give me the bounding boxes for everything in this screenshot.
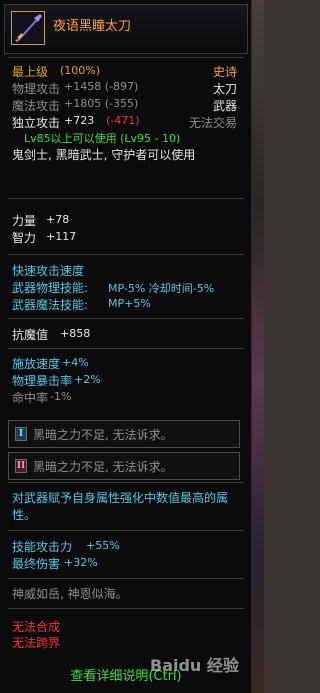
- bonus-label: 最终伤害: [12, 557, 61, 571]
- level-requirement: Lv85以上可以使用 (Lv95 - 10): [24, 132, 181, 145]
- phys-atk-label: 物理攻击: [12, 82, 61, 96]
- item-category: 武器: [212, 99, 237, 113]
- skill-line-label: 武器魔法技能:: [12, 298, 89, 312]
- description: 对武器赋予自身属性强化中数值最高的属性。: [12, 491, 229, 522]
- indep-atk-value: +723: [64, 114, 95, 127]
- item-tooltip: 夜语黑瞳太刀 最上级 (100%) 史诗 物理攻击 +1458 (-897) 太…: [0, 0, 252, 693]
- skill-line: 快速攻击速度: [12, 264, 85, 278]
- divider: [8, 578, 244, 579]
- rarity-label: 史诗: [212, 65, 237, 79]
- baidu-watermark: Baidu 经验: [150, 656, 239, 675]
- speed-label: 施放速度: [12, 357, 61, 371]
- attr-value: +117: [46, 230, 77, 243]
- class-requirement: 鬼剑士, 黑暗武士, 守护者可以使用: [12, 148, 196, 162]
- divider: [8, 608, 244, 609]
- skill-line-value: MP+5%: [108, 297, 151, 310]
- grade-label: 最上级: [12, 65, 49, 79]
- attr-label: 智力: [12, 231, 37, 245]
- item-header: 夜语黑瞳太刀: [4, 4, 248, 54]
- indep-atk-label: 独立攻击: [12, 116, 61, 130]
- divider: [8, 482, 244, 483]
- speed-label: 物理暴击率: [12, 374, 73, 388]
- flavor-text: 神威如岳, 神恩似海。: [12, 587, 128, 601]
- socket-badge: I: [15, 427, 27, 441]
- speed-value: +2%: [74, 373, 101, 386]
- divider: [8, 318, 244, 319]
- socket-badge: II: [15, 459, 27, 473]
- restriction: 无法合成: [12, 620, 61, 634]
- socket-text: 黑暗之力不足, 无法诉求。: [33, 428, 173, 442]
- divider: [8, 348, 244, 349]
- socket-text: 黑暗之力不足, 无法诉求。: [33, 460, 173, 474]
- trade-status: 无法交易: [188, 116, 237, 130]
- item-name: 夜语黑瞳太刀: [53, 19, 132, 34]
- mag-atk-label: 魔法攻击: [12, 99, 61, 113]
- resist-value: +858: [60, 327, 91, 340]
- bonus-label: 技能攻击力: [12, 540, 73, 554]
- attr-label: 力量: [12, 214, 37, 228]
- hit-label: 命中率: [12, 391, 49, 405]
- speed-value: +4%: [62, 356, 89, 369]
- skill-line-label: 武器物理技能:: [12, 281, 89, 295]
- resist-label: 抗魔值: [12, 328, 49, 342]
- hit-value: -1%: [50, 390, 72, 403]
- divider: [8, 254, 244, 255]
- indep-atk-diff: (-471): [106, 114, 140, 127]
- grade-percent: (100%): [60, 64, 101, 77]
- attr-value: +78: [46, 213, 70, 226]
- socket-slot: II 黑暗之力不足, 无法诉求。: [8, 452, 240, 480]
- bonus-value: +55%: [86, 539, 120, 552]
- divider: [8, 57, 244, 58]
- divider: [8, 198, 244, 199]
- item-type: 太刀: [212, 82, 237, 96]
- socket-slot: I 黑暗之力不足, 无法诉求。: [8, 420, 240, 448]
- skill-line-value: MP-5% 冷却时间-5%: [108, 282, 215, 295]
- bonus-value: +32%: [64, 556, 98, 569]
- restriction: 无法跨界: [12, 636, 61, 650]
- divider: [8, 530, 244, 531]
- phys-atk-value: +1458 (-897): [64, 80, 139, 93]
- mag-atk-value: +1805 (-355): [64, 97, 139, 110]
- katana-icon: [11, 11, 45, 45]
